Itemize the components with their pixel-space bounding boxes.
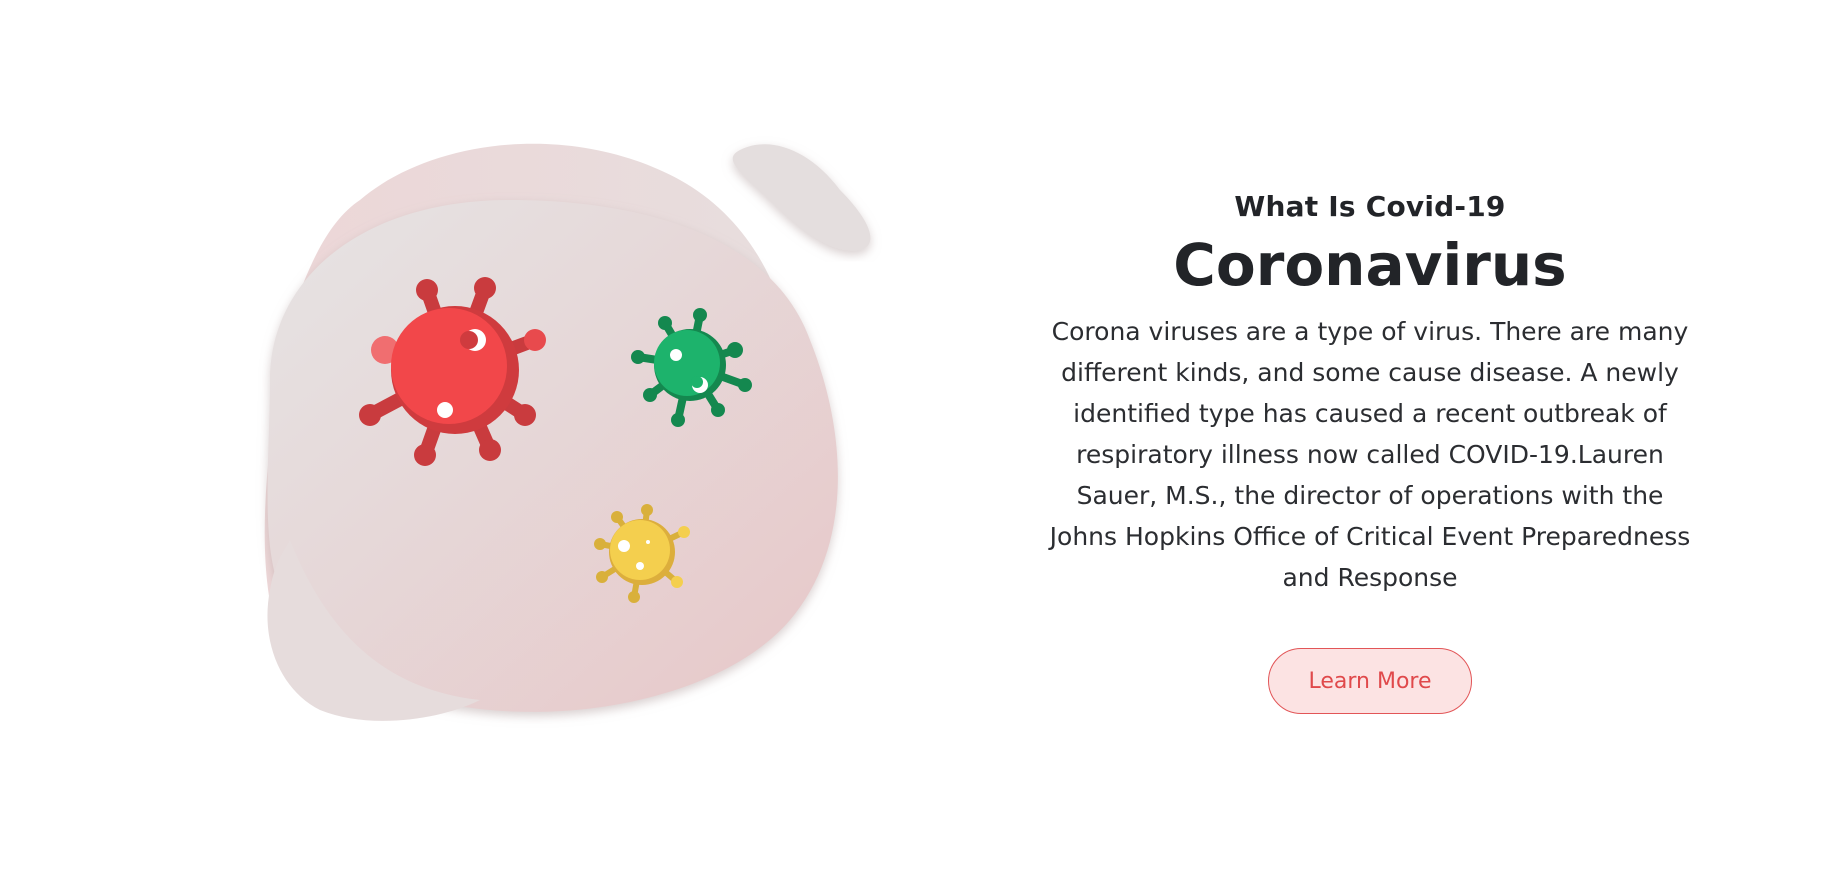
section-eyebrow: What Is Covid-19 [1234,190,1506,223]
blob-small [732,144,871,251]
section-description: Corona viruses are a type of virus. Ther… [1049,316,1691,592]
covid-info-section: What Is Covid-19 Coronavirus Corona viru… [0,0,1839,877]
page-title: Coronavirus [1173,231,1567,299]
blob-background [267,200,838,712]
virus-illustration-svg [264,143,871,721]
info-content: What Is Covid-19 Coronavirus Corona viru… [1030,190,1710,714]
learn-more-button[interactable]: Learn More [1268,647,1472,714]
virus-illustration [250,120,950,760]
